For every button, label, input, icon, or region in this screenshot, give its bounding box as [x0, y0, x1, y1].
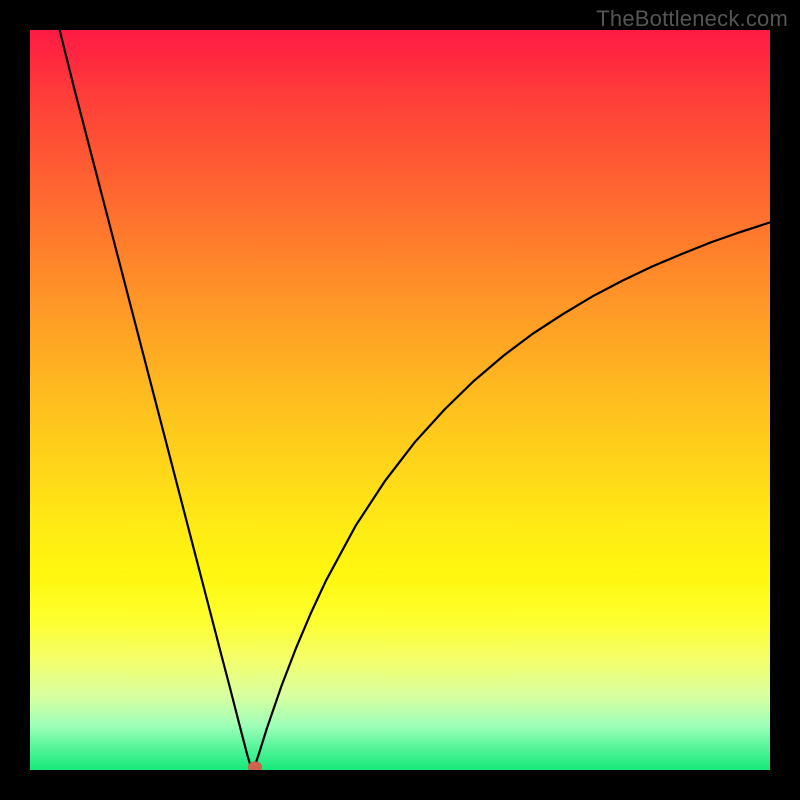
watermark-text: TheBottleneck.com	[596, 6, 788, 32]
plot-area	[30, 30, 770, 770]
minimum-marker	[248, 762, 262, 770]
bottleneck-curve	[30, 30, 770, 770]
chart-frame: TheBottleneck.com	[0, 0, 800, 800]
